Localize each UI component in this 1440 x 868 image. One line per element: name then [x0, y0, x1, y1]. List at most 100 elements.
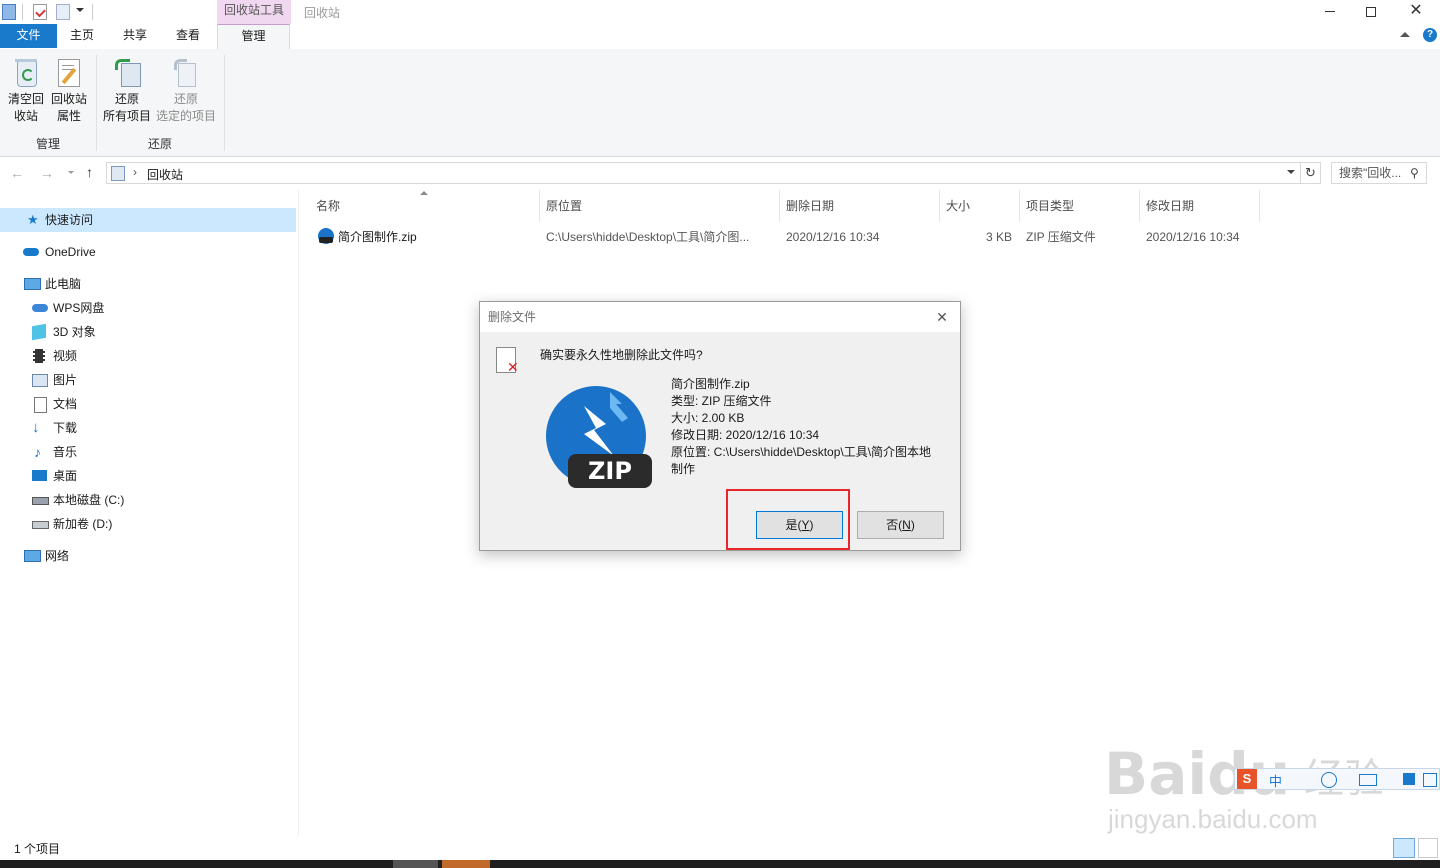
film-icon — [33, 349, 45, 363]
nav-item-volume-d[interactable]: 新加卷 (D:) — [0, 512, 296, 536]
nav-label: 桌面 — [53, 469, 78, 483]
restore-selected-button[interactable]: 还原 选定的项目 — [154, 55, 218, 125]
restore-button[interactable] — [1350, 0, 1390, 24]
dialog-close-icon[interactable]: ✕ — [932, 307, 952, 327]
no-accesskey: N — [902, 518, 911, 532]
nav-label: 视频 — [53, 349, 78, 363]
restore-selected-label-2: 选定的项目 — [155, 109, 216, 123]
forward-arrow-icon[interactable]: → — [40, 165, 54, 181]
column-header-deleted[interactable]: 删除日期 — [780, 190, 940, 222]
empty-recycle-bin-button[interactable]: 清空回 收站 — [4, 55, 48, 125]
group-label-restore: 还原 — [147, 137, 172, 151]
nav-item-wps-drive[interactable]: WPS网盘 — [0, 296, 296, 320]
no-button[interactable]: 否(N) — [857, 511, 944, 539]
nav-item-this-pc[interactable]: 此电脑 — [0, 272, 296, 296]
nav-label: 音乐 — [53, 445, 78, 459]
column-header-location[interactable]: 原位置 — [540, 190, 780, 222]
recycle-bin-properties-button[interactable]: 回收站 属性 — [47, 55, 91, 125]
column-header-type[interactable]: 项目类型 — [1020, 190, 1140, 222]
table-row[interactable]: 简介图制作.zip C:\Users\hidde\Desktop\工具\简介图.… — [310, 226, 1260, 248]
ime-chinese-mode-icon[interactable]: 中 — [1269, 771, 1282, 790]
large-icons-view-icon[interactable] — [1418, 838, 1438, 858]
help-icon[interactable]: ? — [1423, 28, 1437, 42]
nav-item-videos[interactable]: 视频 — [0, 344, 296, 368]
search-icon: ⚲ — [1410, 166, 1419, 180]
watermark: Baidu 经验 jingyan.baidu.com — [1104, 740, 1384, 840]
nav-item-quick-access[interactable]: ★ 快速访问 — [0, 208, 296, 232]
nav-item-onedrive[interactable]: OneDrive — [0, 240, 296, 264]
nav-item-network[interactable]: 网络 — [0, 544, 296, 568]
restore-all-button[interactable]: 还原 所有项目 — [101, 55, 153, 125]
bin-properties-icon — [53, 55, 85, 87]
status-bar: 1 个项目 — [0, 836, 1440, 860]
minimize-button[interactable] — [1310, 0, 1350, 24]
separator — [22, 4, 23, 20]
up-arrow-icon[interactable]: ↑ — [86, 164, 93, 180]
restore-all-icon — [111, 55, 143, 87]
nav-item-local-disk-c[interactable]: 本地磁盘 (C:) — [0, 488, 296, 512]
skin-icon[interactable] — [1403, 773, 1415, 785]
restore-icon — [1366, 7, 1376, 17]
tab-home[interactable]: 主页 — [57, 24, 107, 48]
cell-name: 简介图制作.zip — [338, 230, 417, 244]
watermark-url: jingyan.baidu.com — [1108, 804, 1318, 834]
restore-selected-icon — [170, 55, 202, 87]
file-size: 大小: 2.00 KB — [671, 411, 745, 425]
nav-item-downloads[interactable]: ↓ 下载 — [0, 416, 296, 440]
tab-share[interactable]: 共享 — [110, 24, 160, 48]
restore-selected-label-1: 还原 — [173, 92, 198, 106]
collapse-ribbon-icon[interactable] — [1400, 32, 1410, 37]
new-folder-icon[interactable] — [56, 4, 70, 20]
cell-size: 3 KB — [985, 230, 1012, 244]
nav-item-desktop[interactable]: 桌面 — [0, 464, 296, 488]
download-arrow-icon: ↓ — [32, 419, 40, 436]
address-dropdown-icon[interactable] — [1287, 170, 1295, 174]
nav-item-pictures[interactable]: 图片 — [0, 368, 296, 392]
nav-label: 图片 — [53, 373, 78, 387]
pane-divider[interactable] — [298, 190, 299, 836]
tab-view[interactable]: 查看 — [163, 24, 213, 48]
ribbon-tab-strip: 文件 主页 共享 查看 管理 ? — [0, 24, 1440, 50]
nav-label: 新加卷 (D:) — [53, 517, 113, 531]
nav-label: 此电脑 — [45, 277, 82, 291]
nav-item-documents[interactable]: 文档 — [0, 392, 296, 416]
close-icon: ✕ — [1409, 2, 1423, 19]
taskbar-item[interactable] — [442, 860, 490, 868]
details-view-icon[interactable] — [1393, 838, 1415, 858]
taskbar-item[interactable] — [393, 860, 438, 868]
group-label-manage: 管理 — [35, 137, 60, 151]
emoji-icon[interactable] — [1321, 772, 1337, 788]
recycle-bin-icon — [2, 4, 16, 20]
back-arrow-icon[interactable]: ← — [10, 165, 24, 181]
toolbox-icon[interactable] — [1423, 773, 1437, 787]
nav-item-3d-objects[interactable]: 3D 对象 — [0, 320, 296, 344]
dialog-question: 确实要永久性地删除此文件吗? — [540, 348, 703, 362]
nav-label: 快速访问 — [45, 213, 94, 227]
breadcrumb-item[interactable]: 回收站 — [147, 166, 183, 183]
customize-toolbar-chevron-icon[interactable] — [76, 8, 84, 12]
keyboard-icon[interactable] — [1359, 774, 1377, 786]
star-icon: ★ — [27, 212, 39, 227]
tab-file[interactable]: 文件 — [0, 24, 57, 48]
column-header-modified[interactable]: 修改日期 — [1140, 190, 1260, 222]
nav-item-music[interactable]: ♪ 音乐 — [0, 440, 296, 464]
refresh-icon[interactable]: ↻ — [1301, 162, 1321, 184]
properties-icon[interactable] — [33, 4, 47, 20]
file-location-1: 原位置: C:\Users\hidde\Desktop\工具\简介图本地 — [671, 445, 932, 459]
file-name: 简介图制作.zip — [671, 377, 750, 391]
context-tab-group-label: 回收站工具 — [217, 0, 291, 24]
recent-locations-chevron-icon[interactable] — [68, 171, 74, 174]
breadcrumb-chevron-icon[interactable]: › — [133, 165, 137, 179]
column-header-name[interactable]: 名称 — [310, 190, 540, 222]
recycle-bin-icon — [111, 166, 125, 181]
close-button[interactable]: ✕ — [1396, 0, 1436, 24]
address-input[interactable]: › 回收站 — [106, 162, 1301, 184]
network-icon — [24, 550, 41, 562]
dialog-title: 删除文件 — [480, 302, 960, 332]
column-header-size[interactable]: 大小 — [940, 190, 1020, 222]
file-location-2: 制作 — [671, 462, 696, 476]
search-input[interactable]: 搜索"回收... ⚲ — [1331, 162, 1427, 184]
tab-manage[interactable]: 管理 — [217, 24, 290, 49]
ime-toolbar[interactable]: S 中 — [1234, 768, 1440, 790]
address-bar-row: ← → ↑ › 回收站 ↻ 搜索"回收... ⚲ — [0, 157, 1440, 190]
